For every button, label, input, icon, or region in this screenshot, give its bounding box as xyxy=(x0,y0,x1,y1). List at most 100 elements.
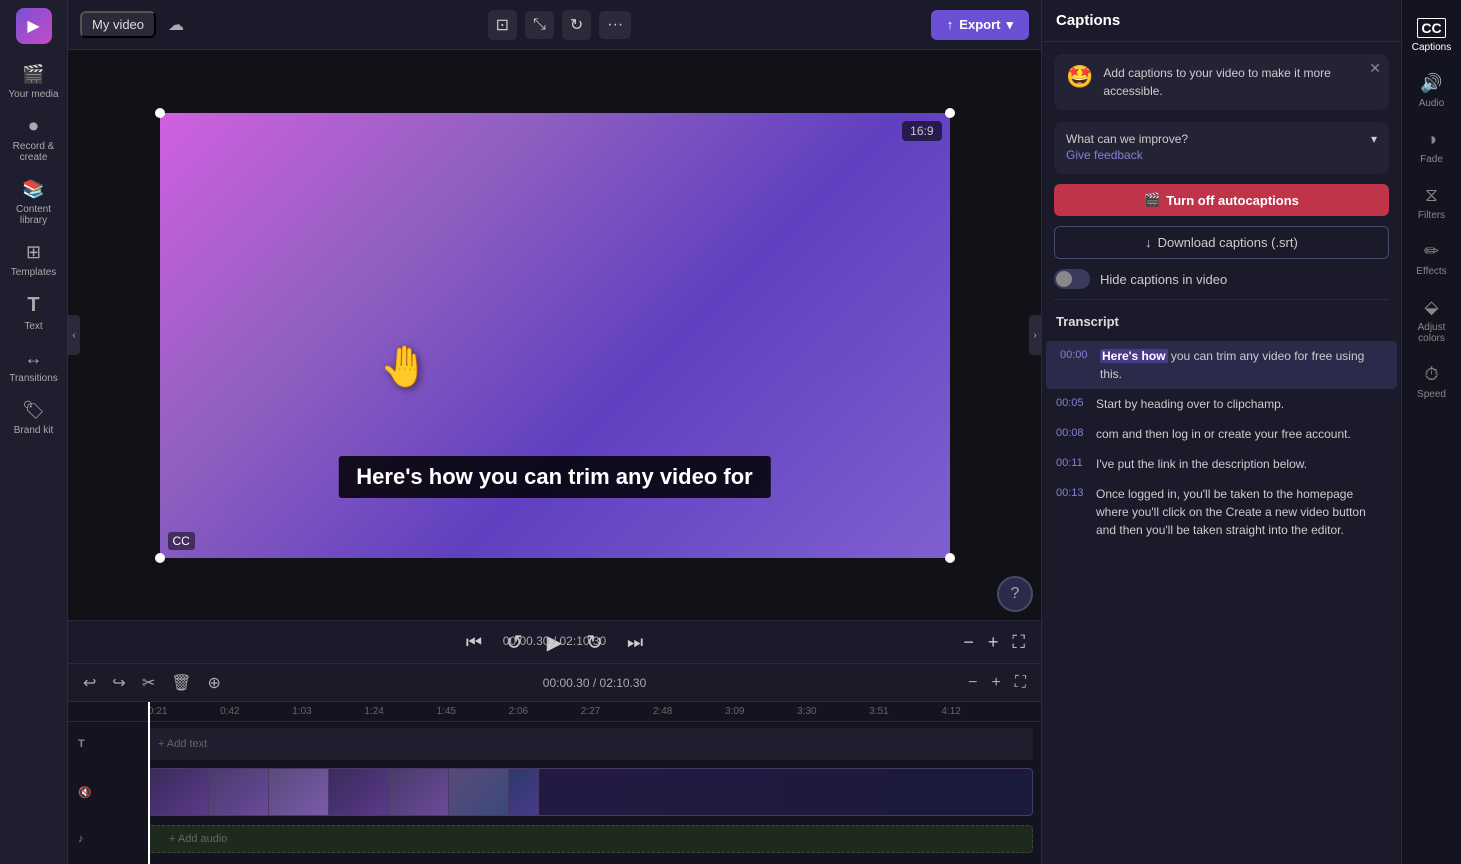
main-area: My video ☁ ⊡ ⤡ ↻ ··· ↑ Export ▾ ‹ Here's… xyxy=(68,0,1041,864)
skip-back-button[interactable]: ⏮ xyxy=(462,628,486,657)
info-text: Add captions to your video to make it mo… xyxy=(1103,64,1377,100)
feedback-link[interactable]: Give feedback xyxy=(1066,148,1143,162)
text-track-content[interactable]: + Add text xyxy=(148,728,1033,760)
far-right-item-fade[interactable]: ◑ Fade xyxy=(1402,119,1461,175)
export-button[interactable]: ↑ Export ▾ xyxy=(931,10,1029,40)
far-right-label: Fade xyxy=(1420,154,1443,165)
resize-handle-br[interactable] xyxy=(945,553,955,563)
ruler-mark: 4:12 xyxy=(941,706,960,717)
captions-icon: CC xyxy=(1417,18,1445,38)
timestamp-2[interactable]: 00:05 xyxy=(1056,395,1088,413)
download-icon: ↓ xyxy=(1145,235,1152,250)
sidebar-item-transitions[interactable]: ↔ Transitions xyxy=(0,340,67,392)
download-captions-button[interactable]: ↓ Download captions (.srt) xyxy=(1054,226,1389,259)
video-thumb-1 xyxy=(149,769,209,815)
skip-forward-button[interactable]: ⏭ xyxy=(623,628,647,657)
cut-button[interactable]: ✂ xyxy=(137,670,160,696)
fullscreen-button[interactable]: ⛶ xyxy=(1008,628,1029,657)
transcript-title: Transcript xyxy=(1056,314,1119,329)
timestamp-1[interactable]: 00:00 xyxy=(1060,347,1092,383)
timeline-playhead[interactable] xyxy=(148,702,150,864)
far-right-label: Adjust colors xyxy=(1406,322,1457,344)
ruler-mark: 0:21 xyxy=(148,706,167,717)
resize-tool-button[interactable]: ⤡ xyxy=(525,11,554,39)
delete-button[interactable]: 🗑 xyxy=(166,670,196,696)
undo-button[interactable]: ↩ xyxy=(78,670,101,696)
topbar: My video ☁ ⊡ ⤡ ↻ ··· ↑ Export ▾ xyxy=(68,0,1041,50)
chevron-down-icon: ▾ xyxy=(1371,132,1377,146)
sidebar-item-record-create[interactable]: ⏺ Record &create xyxy=(0,108,67,171)
turn-off-autocaptions-button[interactable]: 🎬 Turn off autocaptions xyxy=(1054,184,1389,216)
sidebar-item-content-library[interactable]: 📚 Contentlibrary xyxy=(0,171,67,234)
resize-handle-tr[interactable] xyxy=(945,108,955,118)
resize-handle-bl[interactable] xyxy=(155,553,165,563)
timestamp-3[interactable]: 00:08 xyxy=(1056,425,1088,443)
improve-label: What can we improve? xyxy=(1066,132,1188,146)
zoom-in-button[interactable]: + xyxy=(984,628,1003,657)
total-time: 02:10.30 xyxy=(560,634,607,648)
timeline-expand-button[interactable]: ⛶ xyxy=(1010,671,1031,695)
add-text-label: + Add text xyxy=(148,738,207,750)
sidebar: ▶ 🎬 Your media ⏺ Record &create 📚 Conten… xyxy=(0,0,68,864)
sidebar-item-text[interactable]: T Text xyxy=(0,286,67,340)
timeline-zoom-out-button[interactable]: − xyxy=(963,671,982,695)
zoom-out-button[interactable]: − xyxy=(959,628,978,657)
resize-handle-tl[interactable] xyxy=(155,108,165,118)
far-right-label: Effects xyxy=(1416,266,1446,277)
video-thumb-5 xyxy=(389,769,449,815)
capture-button[interactable]: ⊕ xyxy=(203,670,226,696)
zoom-controls: − + ⛶ xyxy=(963,671,1031,695)
ruler-marks: 0:21 0:42 1:03 1:24 1:45 2:06 2:27 2:48 … xyxy=(148,706,961,717)
video-title[interactable]: My video xyxy=(80,11,156,38)
transcript-text-3: com and then log in or create your free … xyxy=(1096,425,1351,443)
help-button[interactable]: ? xyxy=(997,576,1033,612)
sidebar-item-templates[interactable]: ⊞ Templates xyxy=(0,234,67,286)
more-tools-button[interactable]: ··· xyxy=(599,11,631,39)
download-label: Download captions (.srt) xyxy=(1158,235,1298,250)
mute-icon: 🔇 xyxy=(78,786,92,799)
timeline-zoom-in-button[interactable]: + xyxy=(986,671,1005,695)
video-thumb-4 xyxy=(329,769,389,815)
captions-title: Captions xyxy=(1056,12,1120,29)
collapse-right-button[interactable]: › xyxy=(1029,315,1041,355)
rotate-tool-button[interactable]: ↻ xyxy=(562,10,591,40)
sidebar-item-your-media[interactable]: 🎬 Your media xyxy=(0,56,67,108)
topbar-tools: ⊡ ⤡ ↻ ··· xyxy=(196,10,923,40)
ruler-mark: 0:42 xyxy=(220,706,239,717)
sidebar-item-label: Templates xyxy=(11,267,57,278)
cc-toggle-button[interactable]: CC xyxy=(168,532,195,550)
captions-panel: Captions 🤩 Add captions to your video to… xyxy=(1042,0,1401,864)
timestamp-4[interactable]: 00:11 xyxy=(1056,455,1088,473)
audio-track-content[interactable]: + Add audio xyxy=(148,825,1033,853)
title-edit-icon[interactable]: ☁ xyxy=(164,11,188,39)
brand-kit-icon: 🏷 xyxy=(22,400,45,421)
far-right-item-adjust-colors[interactable]: ⬙ Adjust colors xyxy=(1402,287,1461,354)
redo-button[interactable]: ↪ xyxy=(107,670,130,696)
hide-captions-toggle[interactable] xyxy=(1054,269,1090,289)
far-right-label: Audio xyxy=(1419,98,1445,109)
far-right-item-effects[interactable]: ✏ Effects xyxy=(1402,231,1461,287)
transcript-text-4: I've put the link in the description bel… xyxy=(1096,455,1307,473)
video-track-label: 🔇 xyxy=(68,786,148,799)
far-right-item-filters[interactable]: ⧖ Filters xyxy=(1402,175,1461,231)
sidebar-item-brand-kit[interactable]: 🏷 Brand kit xyxy=(0,392,67,444)
improve-section: What can we improve? ▾ Give feedback xyxy=(1054,122,1389,174)
far-right-label: Captions xyxy=(1412,42,1451,53)
video-thumb-6 xyxy=(449,769,509,815)
add-audio-label: + Add audio xyxy=(159,833,227,845)
transcript-text-2: Start by heading over to clipchamp. xyxy=(1096,395,1284,413)
close-info-button[interactable]: ✕ xyxy=(1369,60,1381,77)
time-separator: / xyxy=(553,634,560,648)
far-right-label: Filters xyxy=(1418,210,1445,221)
timestamp-5[interactable]: 00:13 xyxy=(1056,485,1088,539)
far-right-item-speed[interactable]: ⏱ Speed xyxy=(1402,354,1461,410)
canvas-area: ‹ Here's how you can trim any video for … xyxy=(68,50,1041,620)
ruler-mark: 1:45 xyxy=(437,706,456,717)
far-right-item-audio[interactable]: 🔊 Audio xyxy=(1402,63,1461,119)
video-track-content[interactable] xyxy=(148,768,1033,816)
crop-tool-button[interactable]: ⊡ xyxy=(488,10,517,40)
divider xyxy=(1054,299,1389,300)
timeline-tracks: T + Add text 🔇 xyxy=(68,722,1041,860)
collapse-left-button[interactable]: ‹ xyxy=(68,315,80,355)
far-right-item-captions[interactable]: CC Captions xyxy=(1402,8,1461,63)
